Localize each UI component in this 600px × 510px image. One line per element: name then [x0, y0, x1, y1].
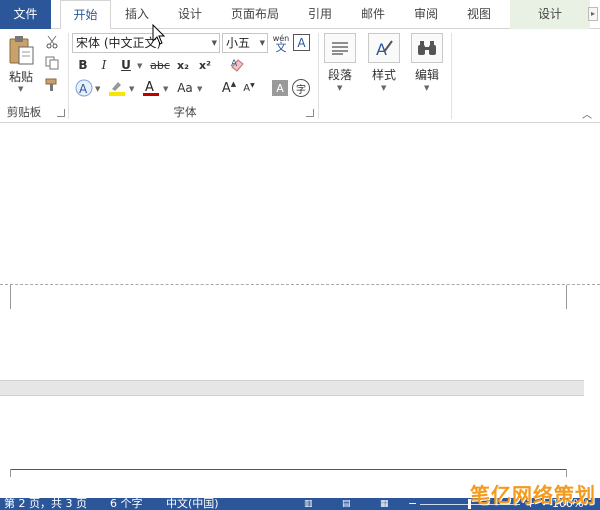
paragraph-dropdown-arrow[interactable]: ▼: [337, 84, 342, 92]
char-shading-button[interactable]: A: [272, 80, 288, 96]
grow-font-button[interactable]: A ▲: [221, 79, 237, 97]
change-case-dropdown-arrow[interactable]: ▼: [197, 85, 202, 93]
paste-dropdown-arrow[interactable]: ▼: [18, 85, 23, 93]
web-layout-icon[interactable]: ▦: [380, 498, 389, 510]
editing-dropdown-arrow[interactable]: ▼: [424, 84, 429, 92]
collapse-ribbon-button[interactable]: ︿: [580, 107, 594, 121]
phonetic-char: 文: [275, 41, 287, 54]
tab-design[interactable]: 设计: [165, 0, 215, 29]
group-separator: [68, 33, 69, 119]
ribbon: 粘贴 ▼ 剪贴板 宋体 (中文正文) ▼ 小五 ▼ wén 文 A B I U …: [0, 29, 600, 123]
paragraph-button[interactable]: [324, 33, 356, 63]
tab-page-layout[interactable]: 页面布局: [222, 0, 288, 29]
page-indicator[interactable]: 第 2 页，共 3 页: [4, 498, 87, 510]
font-color-dropdown-arrow[interactable]: ▼: [163, 85, 168, 93]
page-boundary-line: [0, 284, 600, 285]
highlight-button[interactable]: [108, 79, 126, 97]
styles-icon: A: [376, 40, 393, 58]
binoculars-icon: [418, 41, 436, 55]
page-gap: [0, 380, 584, 396]
paste-label: 粘贴: [8, 70, 33, 84]
font-size-combobox[interactable]: 小五 ▼: [222, 33, 268, 53]
ribbon-tab-bar: 文件 开始 插入 设计 页面布局 引用 邮件 审阅 视图 设计 ▸: [0, 0, 600, 30]
group-separator: [451, 33, 452, 119]
styles-label: 样式: [371, 68, 396, 82]
styles-dropdown-arrow[interactable]: ▼: [381, 84, 386, 92]
styles-button[interactable]: A: [368, 33, 400, 63]
group-separator: [318, 33, 319, 119]
crop-mark: [566, 285, 580, 309]
enclose-characters-button[interactable]: 字: [292, 79, 310, 97]
clipboard-dialog-launcher[interactable]: [57, 109, 65, 117]
read-mode-icon[interactable]: ▥: [304, 498, 313, 510]
scissors-icon: [46, 35, 58, 49]
strikethrough-button[interactable]: abc: [149, 57, 171, 73]
font-name-combobox[interactable]: 宋体 (中文正文) ▼: [72, 33, 220, 53]
format-painter-button[interactable]: [44, 78, 60, 92]
zoom-out-button[interactable]: −: [408, 498, 417, 510]
text-effects-icon: A: [75, 79, 93, 97]
table-border-line: [10, 469, 567, 470]
editing-button[interactable]: [411, 33, 443, 63]
font-dialog-launcher[interactable]: [306, 109, 314, 117]
shrink-font-label: A: [243, 82, 251, 94]
crop-mark: [566, 469, 567, 477]
grow-arrow-icon: ▲: [230, 80, 237, 88]
document-area[interactable]: [0, 124, 600, 498]
tab-table-design[interactable]: 设计: [510, 0, 590, 29]
phonetic-guide-button[interactable]: wén 文: [272, 32, 290, 54]
mouse-cursor-icon: [152, 24, 166, 45]
underline-dropdown-arrow[interactable]: ▼: [137, 62, 142, 70]
bold-button[interactable]: B: [75, 57, 91, 73]
font-color-icon: A: [143, 80, 159, 96]
highlighter-icon: [109, 82, 125, 96]
tab-home[interactable]: 开始: [60, 0, 111, 30]
tab-view[interactable]: 视图: [455, 0, 503, 29]
crop-mark: [0, 285, 11, 309]
copy-icon: [45, 56, 59, 70]
shrink-font-button[interactable]: A ▼: [241, 79, 257, 97]
svg-text:A: A: [231, 59, 238, 69]
text-effects-dropdown-arrow[interactable]: ▼: [95, 85, 100, 93]
underline-button[interactable]: U: [118, 57, 134, 73]
format-painter-icon: [45, 78, 57, 91]
paragraph-label: 段落: [327, 68, 352, 82]
highlight-dropdown-arrow[interactable]: ▼: [129, 85, 134, 93]
subscript-button[interactable]: x₂: [175, 57, 191, 73]
superscript-button[interactable]: x²: [197, 57, 213, 73]
chevron-down-icon: ▼: [211, 39, 217, 47]
word-count[interactable]: 6 个字: [110, 498, 143, 510]
italic-button[interactable]: I: [96, 57, 112, 73]
watermark-text: 笔亿网络策划: [470, 483, 596, 507]
font-color-button[interactable]: A: [142, 79, 160, 97]
tab-review[interactable]: 审阅: [402, 0, 450, 29]
shrink-arrow-icon: ▼: [250, 81, 255, 89]
chevron-down-icon: ▼: [259, 39, 265, 47]
tab-scroll-right-button[interactable]: ▸: [588, 7, 598, 21]
print-layout-icon[interactable]: ▤: [342, 498, 351, 510]
eraser-icon: A: [231, 59, 244, 72]
svg-text:A: A: [79, 82, 88, 96]
font-group-label: 字体: [173, 105, 197, 119]
cut-button[interactable]: [44, 35, 60, 49]
paste-button[interactable]: [6, 33, 36, 67]
copy-button[interactable]: [44, 56, 60, 70]
text-effects-button[interactable]: A: [75, 79, 93, 97]
paste-icon: [9, 36, 34, 65]
language-indicator[interactable]: 中文(中国): [166, 498, 219, 510]
tab-mailings[interactable]: 邮件: [349, 0, 397, 29]
svg-text:A: A: [145, 80, 154, 95]
char-border-button[interactable]: A: [293, 34, 310, 51]
change-case-button[interactable]: Aa: [176, 79, 194, 97]
clipboard-group-label: 剪贴板: [6, 105, 42, 119]
tab-references[interactable]: 引用: [296, 0, 344, 29]
font-size-value: 小五: [226, 36, 251, 50]
clear-formatting-button[interactable]: A: [229, 57, 245, 73]
editing-label: 编辑: [414, 68, 439, 82]
tab-file[interactable]: 文件: [0, 0, 51, 29]
paragraph-icon: [332, 42, 348, 55]
crop-mark: [10, 469, 11, 477]
grow-font-label: A: [221, 80, 231, 96]
font-name-value: 宋体 (中文正文): [76, 36, 162, 50]
